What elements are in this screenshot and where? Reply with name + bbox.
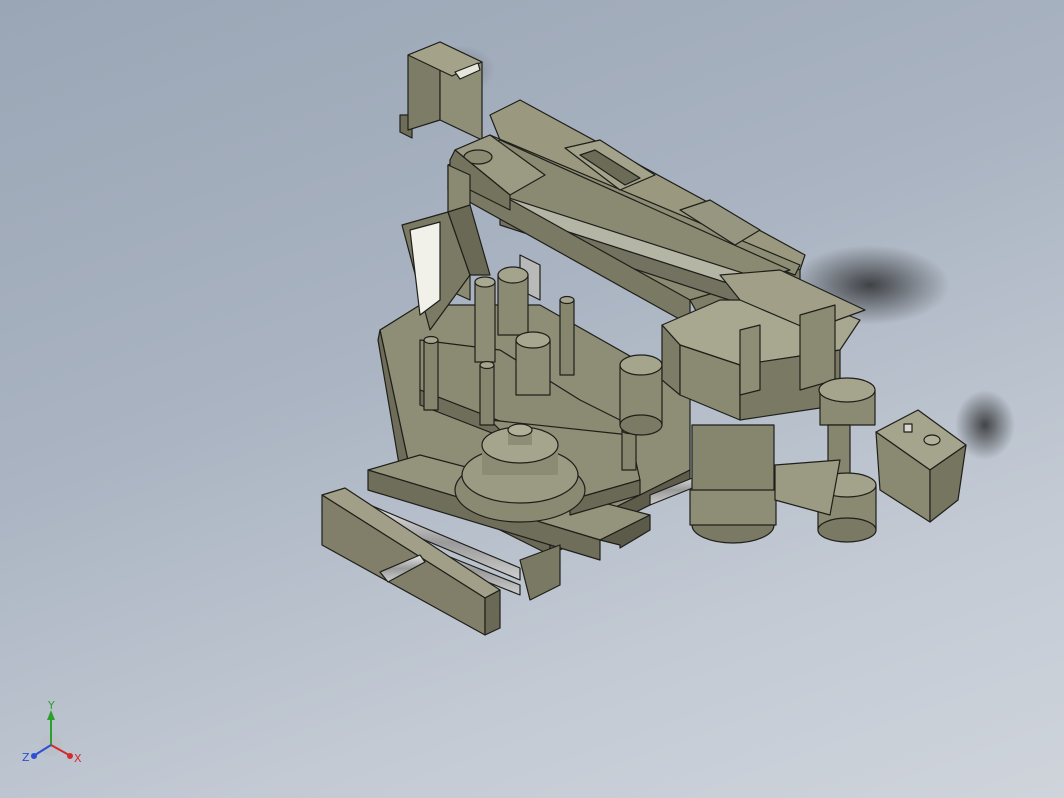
lower-motor[interactable]: [689, 424, 777, 544]
y-axis-label: Y: [47, 700, 55, 712]
x-axis-tip: [67, 753, 73, 759]
coordinate-triad: Y X Z: [22, 700, 82, 765]
z-axis-label: Z: [22, 751, 30, 764]
cad-graphics-area[interactable]: Y X Z: [0, 0, 1064, 798]
x-axis-label: X: [74, 752, 82, 765]
motor-block-right[interactable]: [875, 409, 967, 523]
cad-assembly-model[interactable]: [0, 0, 1064, 798]
z-axis-tip: [31, 753, 37, 759]
motor-block-top[interactable]: [399, 41, 483, 141]
